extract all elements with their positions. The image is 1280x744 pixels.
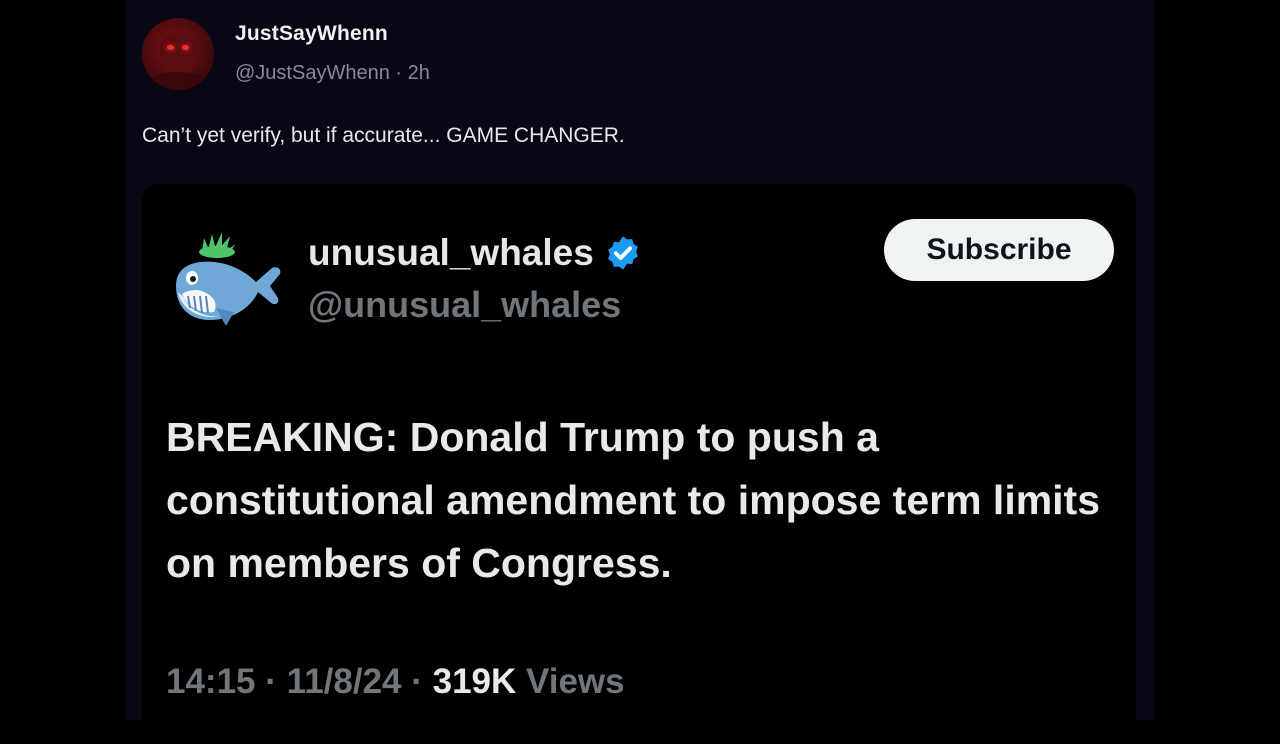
embed-post-text: BREAKING: Donald Trump to push a constit… bbox=[166, 414, 1101, 586]
embedded-post-card[interactable]: unusual_whales @unusual_whales Subscribe… bbox=[142, 184, 1136, 744]
embed-post-meta: 14:15 · 11/8/24 · 319K Views bbox=[166, 662, 625, 702]
views-count: 319K bbox=[432, 662, 517, 701]
subscribe-button[interactable]: Subscribe bbox=[884, 219, 1114, 281]
avatar-eye bbox=[182, 45, 189, 50]
avatar[interactable] bbox=[142, 18, 214, 90]
feed-column: JustSayWhenn @JustSayWhenn · 2h Can’t ye… bbox=[126, 0, 1154, 744]
post-text: Can’t yet verify, but if accurate... GAM… bbox=[142, 124, 625, 147]
avatar-head bbox=[160, 32, 196, 76]
meta-separator: · bbox=[411, 662, 423, 701]
avatar-eye bbox=[167, 45, 174, 50]
embed-post-time[interactable]: 14:15 bbox=[166, 662, 256, 701]
author-handle-line: @JustSayWhenn · 2h bbox=[235, 62, 430, 85]
post-header: JustSayWhenn @JustSayWhenn · 2h bbox=[142, 18, 742, 92]
embed-post-date[interactable]: 11/8/24 bbox=[287, 662, 402, 701]
embed-author-handle[interactable]: @unusual_whales bbox=[308, 284, 621, 326]
whale-icon[interactable] bbox=[168, 220, 286, 330]
author-display-name[interactable]: JustSayWhenn bbox=[235, 22, 388, 46]
verified-badge-icon bbox=[607, 236, 638, 270]
embed-author-name-row: unusual_whales bbox=[308, 232, 642, 274]
meta-separator: · bbox=[265, 662, 277, 701]
author-handle[interactable]: @JustSayWhenn bbox=[235, 62, 390, 84]
post-timestamp[interactable]: 2h bbox=[408, 62, 430, 84]
views-label: Views bbox=[526, 662, 625, 701]
meta-separator: · bbox=[395, 62, 403, 84]
avatar-shoulders bbox=[146, 72, 210, 90]
embed-display-name[interactable]: unusual_whales bbox=[308, 232, 594, 274]
